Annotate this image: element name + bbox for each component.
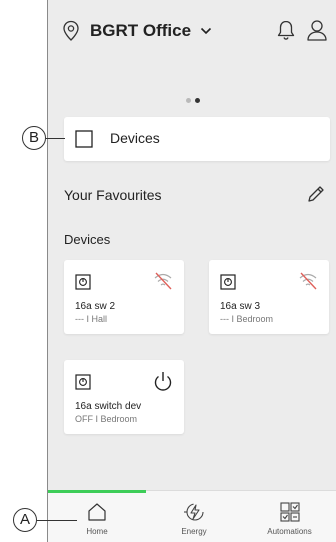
page-indicator[interactable] xyxy=(184,98,208,104)
device-name: 16a sw 2 xyxy=(75,301,116,312)
wifi-off-icon xyxy=(154,272,172,290)
switch-device-icon xyxy=(75,274,91,290)
device-name: 16a sw 3 xyxy=(220,301,261,312)
callout-b: B xyxy=(22,126,46,150)
devices-button-label: Devices xyxy=(110,130,160,146)
device-status: OFF I Bedroom xyxy=(75,414,138,424)
user-icon[interactable] xyxy=(306,19,328,41)
device-tile[interactable]: 16a sw 2 --- I Hall xyxy=(64,260,184,334)
tab-home[interactable]: Home xyxy=(48,490,146,542)
app-screen: BGRT Office Devices Your Favourites Devi… xyxy=(47,0,336,542)
device-status: --- I Hall xyxy=(75,314,107,324)
favourites-title: Your Favourites xyxy=(64,187,162,203)
callout-b-line xyxy=(46,138,65,139)
page-dot[interactable] xyxy=(186,98,191,103)
tab-automations-label: Automations xyxy=(267,527,312,536)
devices-square-icon xyxy=(75,130,93,148)
devices-section-title: Devices xyxy=(64,232,111,247)
callout-a: A xyxy=(13,508,37,532)
location-pin-icon[interactable] xyxy=(61,20,81,42)
device-tile[interactable]: 16a switch dev OFF I Bedroom xyxy=(64,360,184,434)
location-title[interactable]: BGRT Office xyxy=(90,21,191,41)
bell-icon[interactable] xyxy=(276,19,296,41)
tab-home-label: Home xyxy=(86,527,108,536)
home-icon xyxy=(88,503,106,521)
wifi-off-icon xyxy=(299,272,317,290)
tab-automations[interactable]: Automations xyxy=(242,491,336,542)
device-name: 16a switch dev xyxy=(75,401,142,412)
header: BGRT Office xyxy=(48,0,336,62)
device-tile[interactable]: 16a sw 3 --- I Bedroom xyxy=(209,260,329,334)
switch-device-icon xyxy=(75,374,91,390)
bottom-tab-bar: Home Energy Automations xyxy=(48,490,336,542)
tab-energy-label: Energy xyxy=(181,527,207,536)
chevron-down-icon[interactable] xyxy=(200,27,212,35)
page-dot-active[interactable] xyxy=(195,98,200,103)
power-icon[interactable] xyxy=(152,370,174,392)
energy-icon xyxy=(184,503,204,521)
devices-button[interactable]: Devices xyxy=(64,117,330,161)
automations-icon xyxy=(279,502,300,522)
device-status: --- I Bedroom xyxy=(220,314,274,324)
pencil-icon[interactable] xyxy=(306,184,326,204)
switch-device-icon xyxy=(220,274,236,290)
tab-energy[interactable]: Energy xyxy=(146,491,242,542)
callout-a-line xyxy=(37,520,77,521)
